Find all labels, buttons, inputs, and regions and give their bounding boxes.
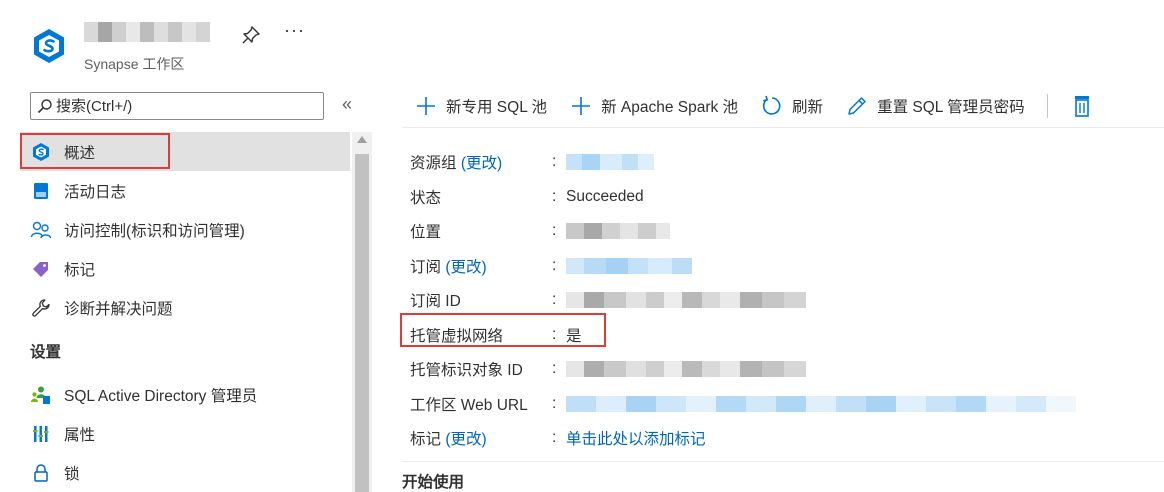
toolbar-divider-line	[402, 127, 1164, 128]
nav-item-tags[interactable]: 标记	[20, 249, 350, 288]
redacted-value	[566, 361, 806, 378]
nav-item-label: 锁	[64, 465, 80, 483]
add-tags-link[interactable]: 单击此处以添加标记	[566, 427, 706, 449]
nav-item-label: 属性	[64, 426, 96, 444]
new-sql-pool-button[interactable]: 新专用 SQL 池	[414, 94, 547, 118]
prop-tags: 标记 (更改) : 单击此处以添加标记	[410, 421, 1150, 456]
left-navigation-pane: « 概述 活动日志	[0, 82, 372, 492]
resource-type-label: Synapse 工作区	[84, 56, 185, 72]
scroll-up-arrow[interactable]	[357, 136, 367, 143]
change-resource-group-link[interactable]: (更改)	[461, 155, 502, 172]
prop-managed-identity: 托管标识对象 ID :	[410, 352, 1150, 387]
prop-colon: :	[552, 256, 557, 274]
prop-label: 标记 (更改)	[410, 431, 487, 449]
prop-colon: :	[552, 394, 557, 412]
wrench-icon	[30, 297, 52, 319]
nav-item-activity-log[interactable]: 活动日志	[20, 171, 350, 210]
prop-colon: :	[552, 291, 557, 309]
prop-colon: :	[552, 187, 557, 205]
prop-label: 订阅 ID	[410, 293, 461, 311]
prop-label: 工作区 Web URL	[410, 396, 528, 414]
new-spark-pool-label: 新 Apache Spark 池	[601, 99, 739, 116]
nav-scrollbar[interactable]	[352, 132, 372, 492]
nav-menu: 概述 活动日志 访问控制(标识和访问管理) 标记 诊断并解决问题 设置 SQL …	[20, 132, 350, 492]
redacted-value[interactable]	[566, 154, 654, 171]
redacted-link[interactable]	[566, 395, 1076, 412]
collapse-menu-button[interactable]: «	[342, 94, 352, 115]
prop-web-url: 工作区 Web URL :	[410, 387, 1150, 422]
prop-colon: :	[552, 153, 557, 171]
change-tags-link[interactable]: (更改)	[445, 431, 486, 448]
redacted-value[interactable]	[566, 257, 692, 274]
plus-icon	[569, 94, 593, 118]
tag-icon	[30, 258, 52, 280]
resource-header: Synapse 工作区 ···	[0, 0, 1164, 82]
pencil-icon	[845, 94, 869, 118]
nav-item-label: 诊断并解决问题	[64, 300, 173, 318]
delete-button[interactable]	[1070, 94, 1102, 118]
getting-started-heading: 开始使用	[402, 474, 465, 491]
scrollbar-thumb[interactable]	[355, 154, 369, 492]
prop-colon: :	[552, 429, 557, 447]
access-control-icon	[30, 219, 52, 241]
status-value: Succeeded	[566, 187, 644, 205]
nav-item-diagnose[interactable]: 诊断并解决问题	[20, 288, 350, 327]
highlight-managed-vnet	[400, 313, 606, 347]
prop-colon: :	[552, 222, 557, 240]
toolbar-divider	[1046, 94, 1048, 118]
synapse-workspace-logo-icon	[34, 29, 64, 63]
prop-label: 位置	[410, 224, 442, 242]
reset-sql-admin-password-button[interactable]: 重置 SQL 管理员密码	[845, 94, 1025, 118]
new-spark-pool-button[interactable]: 新 Apache Spark 池	[569, 94, 738, 118]
activity-log-icon	[30, 180, 52, 202]
prop-resource-group: 资源组 (更改) :	[410, 145, 1150, 180]
plus-icon	[414, 94, 438, 118]
change-subscription-link[interactable]: (更改)	[445, 259, 486, 276]
essentials-panel: 资源组 (更改) : 状态 : Succeeded 位置 : 订阅 (更改) :…	[410, 145, 1150, 456]
highlight-overview	[20, 133, 170, 169]
refresh-label: 刷新	[792, 99, 824, 116]
trash-icon	[1070, 94, 1094, 118]
nav-item-label: 标记	[64, 261, 96, 279]
nav-section-settings: 设置	[30, 344, 62, 361]
prop-label: 托管标识对象 ID	[410, 362, 523, 380]
prop-status: 状态 : Succeeded	[410, 180, 1150, 215]
redacted-value	[566, 292, 806, 309]
prop-label: 订阅 (更改)	[410, 258, 487, 276]
nav-item-label: SQL Active Directory 管理员	[64, 387, 258, 405]
section-divider	[402, 461, 1164, 462]
nav-item-sql-ad-admin[interactable]: SQL Active Directory 管理员	[20, 375, 350, 414]
refresh-button[interactable]: 刷新	[760, 94, 823, 118]
prop-label: 资源组 (更改)	[410, 155, 503, 173]
search-input[interactable]	[56, 97, 306, 115]
more-options-button[interactable]: ···	[284, 20, 305, 41]
redacted-value	[566, 223, 670, 240]
search-box[interactable]	[30, 92, 324, 120]
properties-icon	[30, 423, 52, 445]
lock-icon	[30, 462, 52, 484]
nav-item-label: 访问控制(标识和访问管理)	[64, 222, 245, 240]
nav-item-label: 活动日志	[64, 183, 127, 201]
prop-subscription: 订阅 (更改) :	[410, 249, 1150, 284]
nav-item-properties[interactable]: 属性	[20, 414, 350, 453]
prop-colon: :	[552, 360, 557, 378]
new-sql-pool-label: 新专用 SQL 池	[446, 99, 548, 116]
prop-location: 位置 :	[410, 214, 1150, 249]
command-toolbar: 新专用 SQL 池 新 Apache Spark 池 刷新 重置 SQL 管理员…	[402, 86, 1102, 126]
refresh-icon	[760, 94, 784, 118]
nav-item-locks[interactable]: 锁	[20, 453, 350, 492]
search-icon	[37, 99, 52, 114]
pin-icon[interactable]	[240, 24, 262, 46]
resource-name-redacted	[84, 22, 210, 42]
nav-item-access-control[interactable]: 访问控制(标识和访问管理)	[20, 210, 350, 249]
sql-ad-admin-icon	[30, 384, 52, 406]
prop-label: 状态	[410, 189, 442, 207]
reset-password-label: 重置 SQL 管理员密码	[877, 99, 1025, 116]
